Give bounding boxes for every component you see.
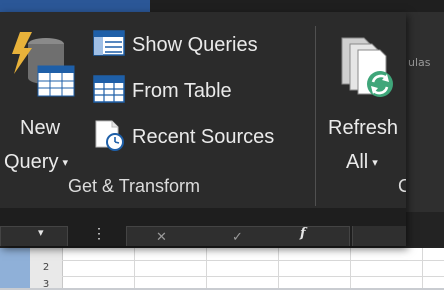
grid-line xyxy=(62,276,444,277)
new-query-icon xyxy=(6,30,78,106)
recent-sources-label: Recent Sources xyxy=(132,125,275,148)
grid-line xyxy=(62,260,444,261)
name-box[interactable] xyxy=(0,226,68,246)
ribbon-panel: New Query ▾ Show Queries From Table Rece… xyxy=(0,12,406,246)
background-ribbon xyxy=(406,12,444,212)
new-query-dropdown-icon: ▾ xyxy=(62,156,68,169)
refresh-all-button[interactable]: Refresh All ▾ xyxy=(322,26,402,176)
background-ribbon-text: ulas xyxy=(408,56,431,69)
insert-function-icon[interactable]: f xyxy=(300,226,306,241)
new-query-button[interactable]: New Query ▾ xyxy=(0,26,86,176)
get-and-transform-group-label: Get & Transform xyxy=(68,176,201,196)
from-table-icon xyxy=(92,74,126,108)
name-box-dropdown-icon[interactable]: ▾ xyxy=(38,226,44,239)
from-table-label: From Table xyxy=(132,79,232,102)
refresh-all-label-line1: Refresh xyxy=(328,117,399,139)
refresh-all-label-line2: All xyxy=(346,151,369,173)
recent-sources-button[interactable]: Recent Sources xyxy=(92,120,274,154)
grid-line xyxy=(350,248,351,288)
formula-bar-grip-icon[interactable]: ⋮ xyxy=(92,226,106,242)
partial-group-label: C xyxy=(398,176,406,196)
refresh-all-icon xyxy=(338,32,398,104)
new-query-label-line2: Query xyxy=(4,151,59,173)
recent-sources-icon xyxy=(92,119,126,155)
grid-line xyxy=(206,248,207,288)
refresh-all-dropdown-icon: ▾ xyxy=(372,156,378,169)
worksheet-grid[interactable] xyxy=(0,248,444,288)
cancel-entry-icon[interactable]: ✕ xyxy=(156,230,167,245)
grid-line xyxy=(278,248,279,288)
show-queries-button[interactable]: Show Queries xyxy=(92,28,258,62)
row-header-3[interactable]: 3 xyxy=(30,279,62,290)
row-header-2[interactable]: 2 xyxy=(30,262,62,273)
grid-line xyxy=(422,248,423,288)
from-table-button[interactable]: From Table xyxy=(92,74,232,108)
grid-line xyxy=(134,248,135,288)
show-queries-icon xyxy=(92,29,126,61)
enter-entry-icon[interactable]: ✓ xyxy=(232,230,243,245)
background-title-bar-dark xyxy=(150,0,444,12)
background-left-strip xyxy=(0,248,30,288)
show-queries-label: Show Queries xyxy=(132,33,258,56)
new-query-label-line1: New xyxy=(20,117,61,139)
group-separator xyxy=(315,26,316,206)
formula-input[interactable] xyxy=(352,226,406,246)
